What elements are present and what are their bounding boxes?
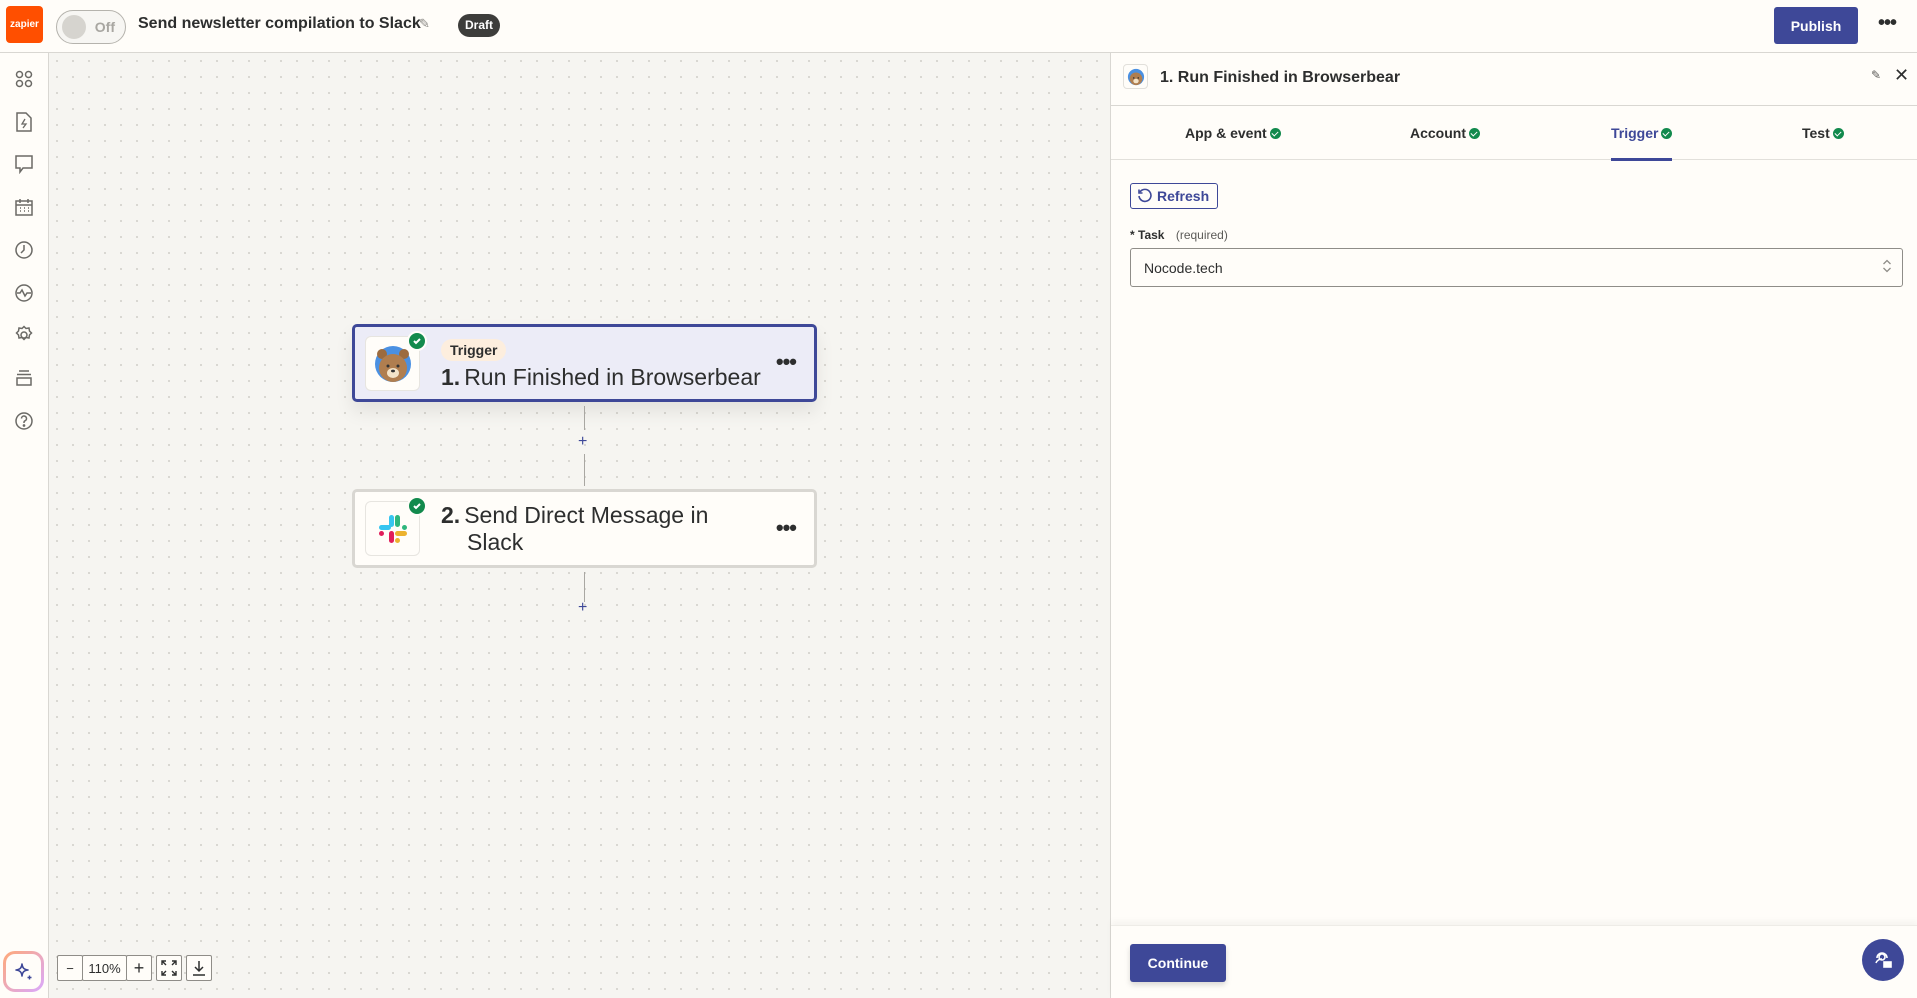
check-circle-icon [1469,127,1480,139]
edit-step-name-icon[interactable]: ✎ [1871,68,1881,82]
zoom-out-button[interactable]: − [57,955,83,981]
refresh-label: Refresh [1157,188,1210,204]
required-marker: * [1130,228,1135,242]
apps-icon[interactable] [11,66,37,92]
refresh-button[interactable]: Refresh [1130,183,1219,209]
select-chevron-icon [1882,258,1892,276]
panel-title: 1. Run Finished in Browserbear [1160,69,1401,86]
panel-tabs: App & event Account Trigger Test [1111,106,1917,161]
activity-icon[interactable] [11,280,37,306]
zap-on-off-toggle[interactable]: Off [56,10,126,44]
task-field-label: * Task (required) [1130,228,1228,242]
history-icon[interactable] [11,237,37,263]
browserbear-app-icon [1123,64,1148,89]
tab-label: Account [1410,125,1466,141]
zoom-level: 110% [82,955,127,981]
toggle-knob [62,15,86,39]
sparkle-icon [6,954,41,989]
task-select-value: Nocode.tech [1144,259,1223,276]
add-step-button[interactable]: + [578,599,587,617]
check-circle-icon [1269,127,1281,139]
step-title: 1. Run Finished in Browserbear [441,364,761,391]
field-label-text: Task [1138,228,1165,242]
zapier-logo[interactable]: zapier [6,6,43,43]
step-title-text-line2: Slack [467,529,524,555]
tab-test[interactable]: Test [1802,106,1844,160]
zap-file-icon[interactable] [11,109,37,135]
close-panel-icon[interactable]: ✕ [1894,65,1909,86]
status-badge: Draft [458,14,501,37]
step-number: 1. [441,364,461,390]
continue-button[interactable]: Continue [1130,944,1226,982]
chat-icon[interactable] [11,151,37,177]
tab-label: App & event [1185,125,1267,141]
add-step-button[interactable]: + [578,433,587,451]
panel-header: 1. Run Finished in Browserbear ✎ ✕ [1111,53,1917,106]
step-complete-check-icon [407,496,427,516]
step-editor-panel: 1. Run Finished in Browserbear ✎ ✕ App &… [1110,53,1917,998]
connector-line [584,454,585,486]
left-sidebar [0,53,49,998]
task-select[interactable]: Nocode.tech [1130,248,1903,287]
zap-title[interactable]: Send newsletter compilation to Slack [138,15,421,33]
tab-account[interactable]: Account [1410,106,1480,160]
check-circle-icon [1832,127,1844,139]
panel-footer: Continue [1111,925,1917,998]
layers-icon[interactable] [11,365,37,391]
download-icon[interactable] [186,955,212,981]
step-card-trigger[interactable]: Trigger 1. Run Finished in Browserbear ••… [352,324,817,402]
check-circle-icon [1661,127,1673,139]
connector-line [584,406,585,430]
tab-app-event[interactable]: App & event [1185,106,1281,160]
step-complete-check-icon [407,331,427,351]
ai-copilot-button[interactable] [3,951,44,992]
step-number: 2. [441,502,461,528]
support-agent-icon [1875,952,1892,968]
zoom-in-button[interactable]: + [126,955,152,981]
tab-trigger[interactable]: Trigger [1611,106,1673,161]
trigger-badge: Trigger [441,339,507,361]
step-title: 2. Send Direct Message in Slack [441,502,708,556]
edit-title-icon[interactable]: ✎ [419,16,430,32]
refresh-icon [1138,188,1152,203]
more-options-icon[interactable]: ••• [1878,12,1897,35]
step-card-action[interactable]: 2. Send Direct Message in Slack ••• [352,489,817,568]
fit-to-screen-icon[interactable] [156,955,182,981]
publish-button[interactable]: Publish [1774,7,1858,44]
toggle-label: Off [94,19,115,35]
tab-label: Test [1802,125,1830,141]
support-chat-button[interactable] [1862,939,1904,981]
field-hint: (required) [1175,228,1228,242]
step-title-text: Run Finished in Browserbear [464,364,761,390]
connector-line [584,572,585,602]
step-more-options-icon[interactable]: ••• [776,515,797,541]
step-title-text: Send Direct Message in [464,502,709,528]
help-icon[interactable] [11,408,37,434]
top-bar: zapier Off Send newsletter compilation t… [0,0,1917,53]
tab-label: Trigger [1611,125,1659,141]
step-more-options-icon[interactable]: ••• [776,349,797,375]
workflow-canvas[interactable]: Trigger 1. Run Finished in Browserbear ••… [49,53,1110,998]
calendar-icon[interactable] [11,194,37,220]
settings-icon[interactable] [11,322,37,348]
